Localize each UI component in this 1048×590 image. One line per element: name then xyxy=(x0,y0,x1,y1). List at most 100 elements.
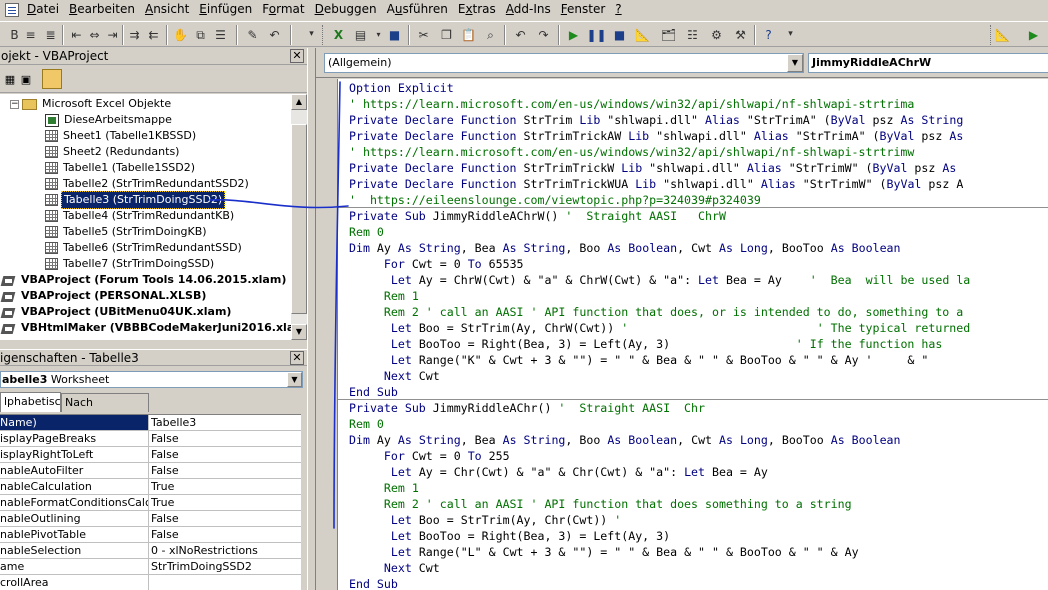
tree-item[interactable]: DieseArbeitsmappe xyxy=(45,112,174,128)
project-tree-scrollbar[interactable]: ▲ ▼ xyxy=(291,94,307,340)
undo-icon[interactable]: ↶ xyxy=(512,26,529,43)
close-icon[interactable]: ✕ xyxy=(290,49,304,63)
property-row[interactable]: nableCalculation True xyxy=(0,479,301,495)
properties-object-select[interactable]: abelle3 Worksheet ▼ xyxy=(0,371,303,388)
scroll-up-icon[interactable]: ▲ xyxy=(291,94,307,110)
property-row[interactable]: nableSelection 0 - xlNoRestrictions xyxy=(0,543,301,559)
code-line[interactable]: Let Boo = StrTrim(Ay, ChrW(Cwt)) ' ' The… xyxy=(349,320,970,336)
tree-item[interactable]: VBHtmlMaker (VBBBCodeMakerJuni2016.xla) xyxy=(2,320,291,336)
toolbar-options-icon[interactable]: ▾ xyxy=(782,26,799,43)
cut-icon[interactable]: ✂ xyxy=(415,26,432,43)
pane-splitter[interactable] xyxy=(307,48,316,590)
align-icon[interactable]: ⇤ xyxy=(68,26,85,43)
run-icon[interactable]: ▶ xyxy=(565,26,582,43)
hand-icon[interactable]: ✋ xyxy=(172,26,189,43)
procedure-combo[interactable]: JimmyRiddleAChrW xyxy=(808,53,1048,73)
tree-item[interactable]: Sheet1 (Tabelle1KBSSD) xyxy=(45,128,198,144)
design-mode-icon[interactable]: 📐 xyxy=(634,26,651,43)
copy-icon[interactable]: ❐ xyxy=(438,26,455,43)
tab-categories[interactable]: Nach Kategorien xyxy=(61,393,149,426)
insert-dropdown-icon[interactable]: ▾ xyxy=(370,26,387,43)
indent-icon[interactable]: ≡ xyxy=(22,26,39,43)
paste-icon[interactable]: 📋 xyxy=(460,26,477,43)
code-line[interactable]: Private Declare Function StrTrim Lib "sh… xyxy=(349,112,963,128)
property-value[interactable]: False xyxy=(151,431,301,446)
code-line[interactable]: ' https://learn.microsoft.com/en-us/wind… xyxy=(349,96,914,112)
save-icon[interactable]: ■ xyxy=(386,26,403,43)
project-explorer-icon[interactable]: 🗂 xyxy=(660,26,677,43)
toggle-folders-icon[interactable] xyxy=(42,69,62,89)
menu-bearbeiten[interactable]: Bearbeiten xyxy=(64,0,140,19)
code-line[interactable]: Let BooToo = Right(Bea, 3) = Left(Ay, 3) xyxy=(349,528,670,544)
tree-item[interactable]: Tabelle1 (Tabelle1SSD2) xyxy=(45,160,197,176)
help-icon[interactable]: ? xyxy=(760,26,777,43)
pen-icon[interactable]: ✎ xyxy=(244,26,261,43)
menu-help[interactable]: ? xyxy=(610,0,626,19)
menu-format[interactable]: Format xyxy=(257,0,309,19)
property-row[interactable]: ame StrTrimDoingSSD2 xyxy=(0,559,301,575)
pause-icon[interactable]: ❚❚ xyxy=(586,26,606,43)
code-line[interactable]: Next Cwt xyxy=(349,560,440,576)
run-icon[interactable]: ▶ xyxy=(1025,26,1042,43)
property-row[interactable]: isplayRightToLeft False xyxy=(0,447,301,463)
tree-item[interactable]: Tabelle2 (StrTrimRedundantSSD2) xyxy=(45,176,251,192)
code-line[interactable]: Option Explicit xyxy=(349,80,454,96)
code-line[interactable]: Rem 0 xyxy=(349,224,384,240)
excel-icon[interactable]: X xyxy=(330,26,347,43)
toggle-icon[interactable]: ⧉ xyxy=(192,26,209,43)
collapse-icon[interactable] xyxy=(10,99,19,109)
tree-item[interactable]: Microsoft Excel Objekte xyxy=(10,96,173,112)
code-line[interactable]: Private Declare Function StrTrimTrickWUA… xyxy=(349,176,963,192)
code-line[interactable]: End Sub xyxy=(349,384,398,400)
property-value[interactable] xyxy=(151,575,301,590)
code-line[interactable]: Dim Ay As String, Bea As String, Boo As … xyxy=(349,432,901,448)
property-row[interactable]: nableFormatConditionsCalculatiTrue xyxy=(0,495,301,511)
code-line[interactable]: Next Cwt xyxy=(349,368,440,384)
code-line[interactable]: Let Boo = StrTrim(Ay, Chr(Cwt)) ' xyxy=(349,512,621,528)
code-line[interactable]: Let Ay = ChrW(Cwt) & "a" & ChrW(Cwt) & "… xyxy=(349,272,970,288)
object-browser-icon[interactable]: ⚙ xyxy=(708,26,725,43)
menu-einfügen[interactable]: Einfügen xyxy=(194,0,257,19)
outdent-icon[interactable]: ≣ xyxy=(42,26,59,43)
property-value[interactable]: True xyxy=(151,479,301,494)
insert-userform-icon[interactable]: ▤ xyxy=(352,26,369,43)
align-right-icon[interactable]: ⇥ xyxy=(104,26,121,43)
object-combo[interactable]: (Allgemein) ▼ xyxy=(324,53,804,73)
property-value[interactable]: 0 - xlNoRestrictions xyxy=(151,543,301,558)
toolbox-icon[interactable]: ⚒ xyxy=(732,26,749,43)
code-line[interactable]: Dim Ay As String, Bea As String, Boo As … xyxy=(349,240,901,256)
tree-item[interactable]: Tabelle6 (StrTrimRedundantSSD) xyxy=(45,240,244,256)
property-value[interactable]: False xyxy=(151,527,301,542)
scroll-down-icon[interactable]: ▼ xyxy=(291,324,307,340)
code-line[interactable]: Rem 2 ' call an AASI ' API function that… xyxy=(349,496,852,512)
property-value[interactable]: False xyxy=(151,463,301,478)
tree-item[interactable]: Tabelle5 (StrTrimDoingKB) xyxy=(45,224,209,240)
property-row[interactable]: nableOutlining False xyxy=(0,511,301,527)
property-value[interactable]: True xyxy=(151,495,301,510)
code-line[interactable]: ' https://eileenslounge.com/viewtopic.ph… xyxy=(349,192,761,208)
tree-item[interactable]: Tabelle4 (StrTrimRedundantKB) xyxy=(45,208,236,224)
chevron-down-icon[interactable]: ▼ xyxy=(787,54,803,72)
tree-item[interactable]: VBAProject (Forum Tools 14.06.2015.xlam) xyxy=(2,272,288,288)
code-line[interactable]: Rem 2 ' call an AASI ' API function that… xyxy=(349,304,963,320)
bold-icon[interactable]: B xyxy=(6,26,23,43)
code-line[interactable]: Rem 0 xyxy=(349,416,384,432)
property-row[interactable]: Name) Tabelle3 xyxy=(0,415,301,431)
code-line[interactable]: Private Sub JimmyRiddleAChr() ' Straight… xyxy=(349,400,705,416)
code-line[interactable]: For Cwt = 0 To 255 xyxy=(349,448,510,464)
properties-icon[interactable]: ☷ xyxy=(684,26,701,43)
code-line[interactable]: Private Declare Function StrTrimTrickAW … xyxy=(349,128,963,144)
menu-extras[interactable]: Extras xyxy=(453,0,501,19)
close-icon[interactable]: ✕ xyxy=(290,351,304,365)
menu-datei[interactable]: Datei xyxy=(22,0,64,19)
property-value[interactable]: False xyxy=(151,447,301,462)
property-row[interactable]: crollArea xyxy=(0,575,301,590)
undo-icon[interactable]: ↶ xyxy=(266,26,283,43)
property-value[interactable]: Tabelle3 xyxy=(151,415,301,430)
code-editor[interactable]: Option Explicit ' https://learn.microsoft… xyxy=(338,79,1048,590)
stack-icon[interactable]: ☰ xyxy=(212,26,229,43)
tree-item[interactable]: Sheet2 (Redundants) xyxy=(45,144,181,160)
property-row[interactable]: nablePivotTable False xyxy=(0,527,301,543)
code-line[interactable]: Let BooToo = Right(Bea, 3) = Left(Ay, 3)… xyxy=(349,336,942,352)
stop-icon[interactable]: ■ xyxy=(611,26,628,43)
